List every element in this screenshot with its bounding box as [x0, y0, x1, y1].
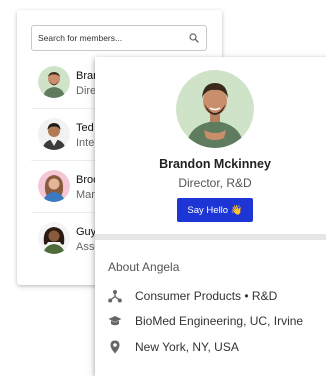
about-item-text: New York, NY, USA [135, 340, 239, 354]
say-hello-button[interactable]: Say Hello 👋 [177, 198, 253, 222]
profile-title: Director, R&D [178, 176, 252, 190]
member-name: Ted [76, 122, 94, 134]
member-avatar [38, 170, 70, 202]
about-item-location: New York, NY, USA [108, 339, 326, 357]
search-input[interactable] [38, 26, 183, 50]
graduation-cap-icon [108, 316, 122, 326]
about-item-text: Consumer Products • R&D [135, 289, 278, 303]
profile-avatar [176, 70, 254, 148]
profile-header: Brandon Mckinney Director, R&D Say Hello… [95, 57, 326, 234]
profile-name: Brandon Mckinney [159, 157, 271, 171]
location-pin-icon [110, 340, 120, 354]
member-avatar [38, 66, 70, 98]
about-item-department: Consumer Products • R&D [108, 288, 326, 306]
search-box[interactable] [31, 25, 207, 51]
about-item-text: BioMed Engineering, UC, Irvine [135, 314, 304, 328]
profile-card: Brandon Mckinney Director, R&D Say Hello… [95, 57, 326, 376]
member-avatar [38, 222, 70, 254]
about-section-title: About Angela [108, 260, 180, 274]
member-name: Guy [76, 226, 97, 238]
member-avatar [38, 118, 70, 150]
org-chart-icon [108, 290, 122, 303]
search-icon[interactable] [189, 33, 199, 43]
section-divider [95, 234, 326, 240]
about-item-education: BioMed Engineering, UC, Irvine [108, 313, 326, 331]
